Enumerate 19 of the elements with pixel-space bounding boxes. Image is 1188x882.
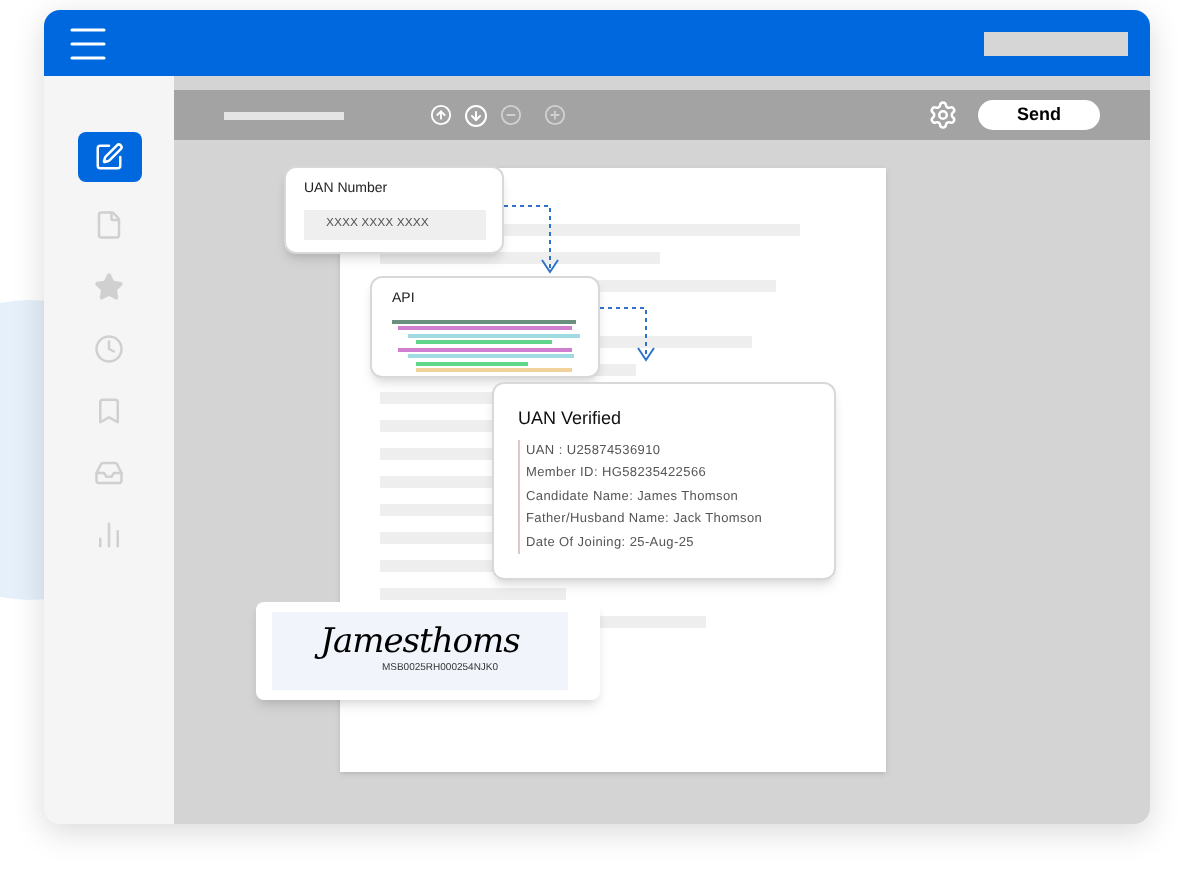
title-bar-placeholder (224, 111, 344, 119)
clock-icon (94, 333, 124, 363)
minus-icon[interactable] (500, 104, 522, 126)
arrow-up-icon[interactable] (430, 104, 452, 126)
plus-icon[interactable] (544, 104, 566, 126)
pencil-square-button[interactable] (77, 132, 141, 182)
file-icon (94, 209, 124, 239)
placeholder-bar (984, 31, 1128, 55)
connector-arrow (503, 205, 559, 274)
bar-chart-icon (94, 519, 124, 549)
connector-arrow (599, 307, 655, 362)
arrow-down-icon[interactable] (464, 103, 488, 127)
settings-icon[interactable] (928, 100, 958, 130)
inbox-icon (94, 457, 124, 487)
star-icon (94, 271, 124, 301)
send-button[interactable]: Send (978, 100, 1100, 130)
pencil-square-icon (94, 142, 124, 172)
bookmark-icon (94, 395, 124, 425)
verified-title: UAN Verified (518, 406, 624, 432)
